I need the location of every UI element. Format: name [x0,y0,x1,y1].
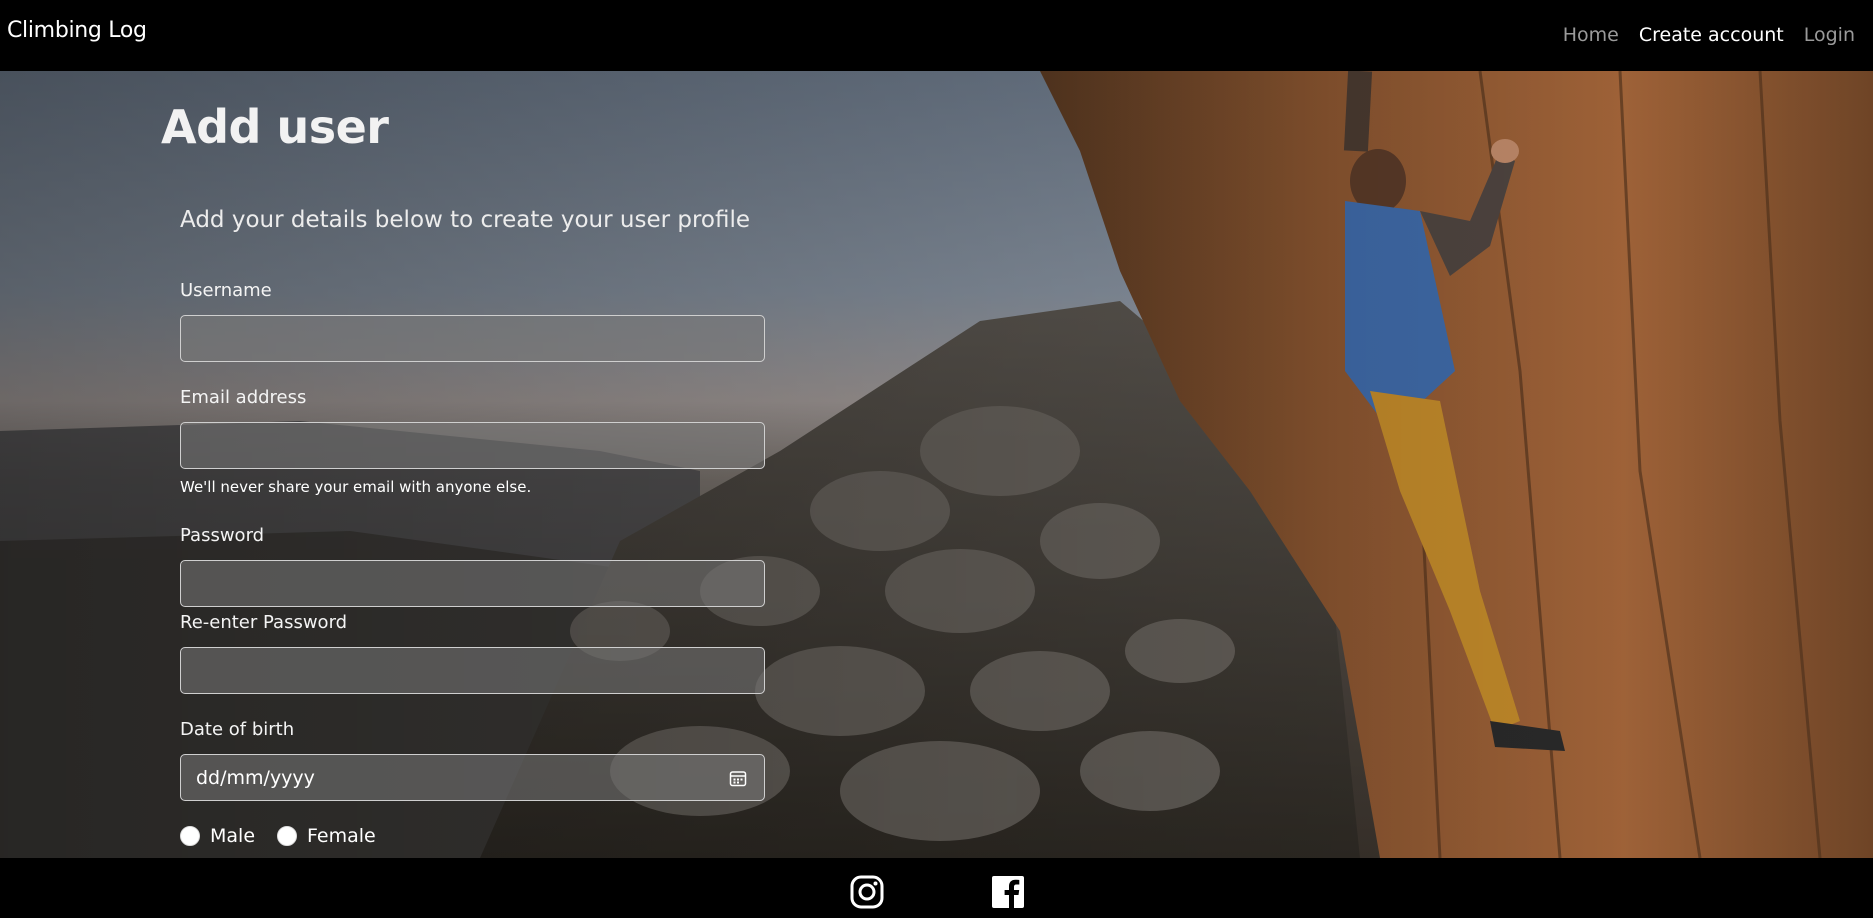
brand-logo[interactable]: Climbing Log [7,18,147,43]
nav-links: Home Create account Login [1563,24,1855,46]
dob-label: Date of birth [180,719,295,740]
radio-label-male: Male [210,825,256,847]
radio-label-female: Female [307,825,376,847]
email-field [180,422,765,469]
page-title: Add user [161,100,389,154]
username-field [180,315,765,362]
email-help-text: We'll never share your email with anyone… [180,478,532,496]
dob-field[interactable]: dd/mm/yyyy [180,754,765,801]
top-navbar: Climbing Log Home Create account Login [0,0,1873,71]
password-label: Password [180,525,265,546]
username-input[interactable] [181,316,764,361]
reenter-password-field [180,647,765,694]
facebook-icon[interactable] [991,875,1025,909]
nav-link-home[interactable]: Home [1563,24,1619,46]
calendar-icon[interactable] [729,769,747,787]
reenter-password-label: Re-enter Password [180,612,348,633]
footer [0,858,1873,918]
nav-link-login[interactable]: Login [1804,24,1855,46]
username-label: Username [180,280,272,301]
gender-radio-group: Male Female [180,825,398,847]
radio-male[interactable] [180,826,200,846]
reenter-password-input[interactable] [181,648,764,693]
instagram-icon[interactable] [850,875,884,909]
password-input[interactable] [181,561,764,606]
password-field [180,560,765,607]
email-label: Email address [180,387,307,408]
nav-link-create-account[interactable]: Create account [1639,24,1784,46]
email-input[interactable] [181,423,764,468]
dob-placeholder: dd/mm/yyyy [196,767,315,789]
radio-female[interactable] [277,826,298,846]
form-subtitle: Add your details below to create your us… [180,207,751,233]
